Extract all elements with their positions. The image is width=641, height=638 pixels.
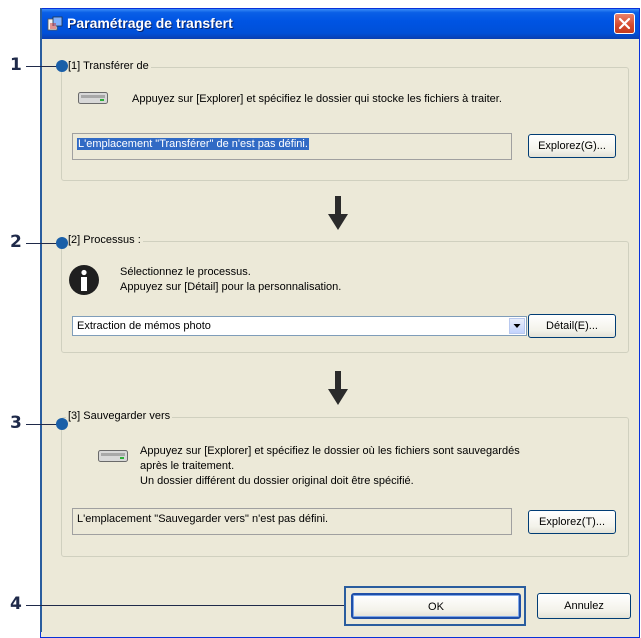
info-icon <box>69 265 99 295</box>
callout-2-dot <box>56 237 68 249</box>
process-info-line2: Appuyez sur [Détail] pour la personnalis… <box>120 281 342 293</box>
transfer-from-label: [1] Transférer de <box>66 60 151 72</box>
callout-2-number: 2 <box>10 232 22 252</box>
callout-1-number: 1 <box>10 55 22 75</box>
drive-icon <box>98 450 128 462</box>
process-group: [2] Processus : Sélectionnez le processu… <box>61 234 629 353</box>
save-to-location[interactable]: L'emplacement "Sauvegarder vers" n'est p… <box>72 508 512 535</box>
callout-3-number: 3 <box>10 413 22 433</box>
callout-2-line <box>26 243 60 244</box>
dialog-window: Paramétrage de transfert [1] Transférer … <box>40 8 640 638</box>
close-icon <box>618 17 631 30</box>
chevron-down-icon <box>513 324 521 328</box>
arrow-down-icon <box>328 371 348 405</box>
transfer-from-location[interactable]: L'emplacement "Transférer" de n'est pas … <box>72 133 512 160</box>
browse-save-button[interactable]: Explorez(T)... <box>528 510 616 534</box>
window-title: Paramétrage de transfert <box>67 15 233 31</box>
process-selected: Extraction de mémos photo <box>77 320 211 332</box>
close-button[interactable] <box>614 13 635 34</box>
callout-1-dot <box>56 60 68 72</box>
transfer-from-location-text: L'emplacement "Transférer" de n'est pas … <box>77 138 309 150</box>
drive-icon <box>78 92 108 104</box>
title-bar[interactable]: Paramétrage de transfert <box>41 9 639 39</box>
app-icon <box>47 16 63 31</box>
save-to-instruction-line3: Un dossier différent du dossier original… <box>140 475 414 487</box>
ok-highlight-frame <box>344 586 526 626</box>
process-select[interactable]: Extraction de mémos photo <box>72 316 527 336</box>
save-to-location-text: L'emplacement "Sauvegarder vers" n'est p… <box>77 513 329 525</box>
callout-3-dot <box>56 418 68 430</box>
browse-transfer-button[interactable]: Explorez(G)... <box>528 134 616 158</box>
callout-3-line <box>26 424 60 425</box>
dropdown-button[interactable] <box>509 318 525 334</box>
transfer-from-instruction: Appuyez sur [Explorer] et spécifiez le d… <box>132 93 502 105</box>
arrow-down-icon <box>328 196 348 230</box>
process-info-line1: Sélectionnez le processus. <box>120 266 251 278</box>
save-to-group: [3] Sauvegarder vers Appuyez sur [Explor… <box>61 410 629 557</box>
detail-button[interactable]: Détail(E)... <box>528 314 616 338</box>
callout-4-line <box>26 605 344 606</box>
side-accent-line <box>40 8 42 632</box>
process-label: [2] Processus : <box>66 234 143 246</box>
save-to-label: [3] Sauvegarder vers <box>66 410 173 422</box>
callout-4-number: 4 <box>10 594 22 614</box>
save-to-instruction-line2: après le traitement. <box>140 460 235 472</box>
transfer-from-group: [1] Transférer de Appuyez sur [Explorer]… <box>61 60 629 181</box>
save-to-instruction-line1: Appuyez sur [Explorer] et spécifiez le d… <box>140 445 520 457</box>
cancel-button[interactable]: Annulez <box>537 593 631 619</box>
callout-1-line <box>26 66 60 67</box>
